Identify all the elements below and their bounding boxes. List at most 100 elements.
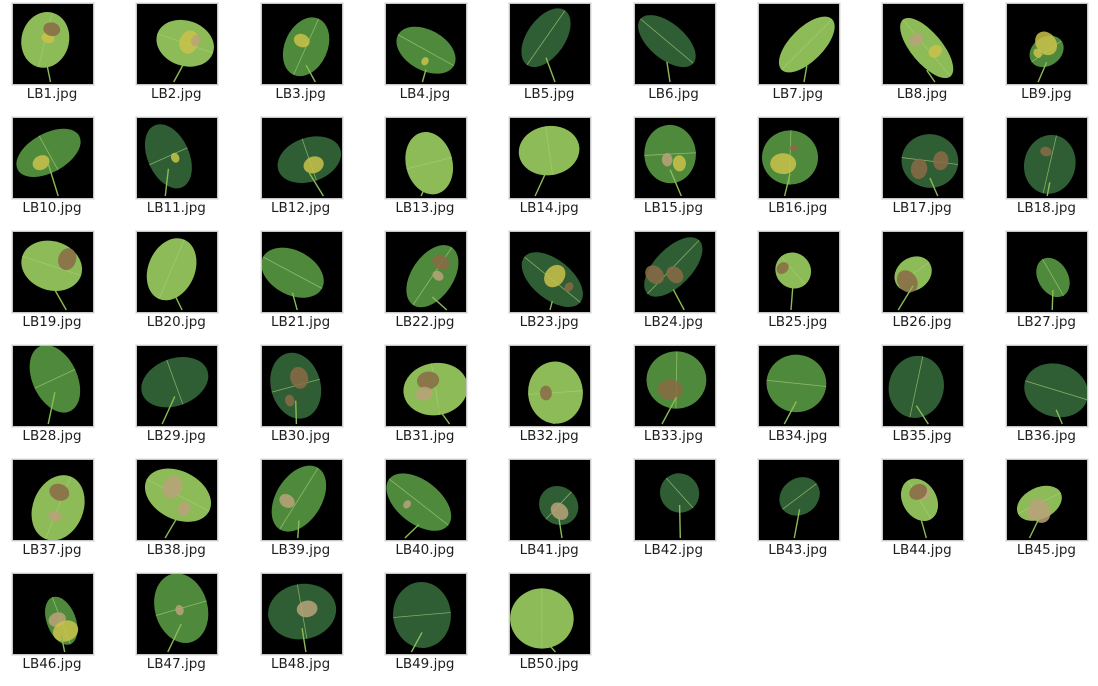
leaf-thumbnail-icon [136,345,219,427]
leaf-thumbnail-icon [384,117,467,199]
file-name-label: LB17.jpg [892,200,952,216]
file-item[interactable]: LB46.jpg [0,570,116,680]
file-item[interactable]: LB48.jpg [249,570,365,680]
file-item[interactable]: LB45.jpg [994,456,1098,566]
file-item[interactable]: LB42.jpg [622,456,738,566]
file-name-label: LB46.jpg [22,656,82,672]
file-item[interactable]: LB32.jpg [497,342,613,452]
file-item[interactable]: LB12.jpg [249,114,365,224]
file-item[interactable]: LB9.jpg [994,0,1098,110]
file-item[interactable]: LB23.jpg [497,228,613,338]
file-item[interactable]: LB26.jpg [870,228,986,338]
file-item[interactable]: LB40.jpg [373,456,489,566]
leaf-thumbnail-icon [136,3,219,85]
leaf-thumbnail-icon [384,459,467,541]
file-item[interactable]: LB30.jpg [249,342,365,452]
file-item[interactable]: LB17.jpg [870,114,986,224]
leaf-thumbnail-icon [260,231,343,313]
file-name-label: LB13.jpg [395,200,455,216]
file-item[interactable]: LB22.jpg [373,228,489,338]
file-item[interactable]: LB35.jpg [870,342,986,452]
file-name-label: LB19.jpg [22,314,82,330]
leaf-thumbnail-icon [12,573,94,655]
file-item[interactable]: LB11.jpg [124,114,240,224]
leaf-thumbnail-icon [12,3,94,85]
leaf-thumbnail-icon [136,231,219,313]
leaf-thumbnail-icon [260,573,343,655]
leaf-thumbnail-icon [509,459,592,541]
file-item[interactable]: LB20.jpg [124,228,240,338]
file-item[interactable]: LB36.jpg [994,342,1098,452]
file-item[interactable]: LB16.jpg [746,114,862,224]
leaf-thumbnail-icon [1006,117,1089,199]
file-name-label: LB4.jpg [399,86,451,102]
leaf-thumbnail-icon [1006,3,1089,85]
leaf-thumbnail-icon [260,3,343,85]
file-item[interactable]: LB15.jpg [622,114,738,224]
leaf-thumbnail-icon [12,231,94,313]
file-name-label: LB48.jpg [271,656,331,672]
file-item[interactable]: LB18.jpg [994,114,1098,224]
file-item[interactable]: LB31.jpg [373,342,489,452]
leaf-thumbnail-icon [882,3,965,85]
file-item[interactable]: LB37.jpg [0,456,116,566]
file-name-label: LB23.jpg [519,314,579,330]
file-name-label: LB28.jpg [22,428,82,444]
file-item[interactable]: LB28.jpg [0,342,116,452]
leaf-thumbnail-icon [1006,459,1089,541]
file-item[interactable]: LB14.jpg [497,114,613,224]
file-item[interactable]: LB44.jpg [870,456,986,566]
file-item[interactable]: LB25.jpg [746,228,862,338]
file-item[interactable]: LB49.jpg [373,570,489,680]
file-name-label: LB20.jpg [146,314,206,330]
file-item[interactable]: LB33.jpg [622,342,738,452]
file-item[interactable]: LB3.jpg [249,0,365,110]
file-item[interactable]: LB6.jpg [622,0,738,110]
file-item[interactable]: LB41.jpg [497,456,613,566]
leaf-thumbnail-icon [633,231,716,313]
file-item[interactable]: LB19.jpg [0,228,116,338]
file-item[interactable]: LB1.jpg [0,0,116,110]
leaf-thumbnail-icon [757,117,840,199]
leaf-thumbnail-icon [633,3,716,85]
leaf-thumbnail-icon [1006,345,1089,427]
file-name-label: LB45.jpg [1016,542,1076,558]
file-item[interactable]: LB13.jpg [373,114,489,224]
file-item[interactable]: LB43.jpg [746,456,862,566]
leaf-thumbnail-icon [633,459,716,541]
file-name-label: LB30.jpg [271,428,331,444]
file-item[interactable]: LB34.jpg [746,342,862,452]
file-item[interactable]: LB29.jpg [124,342,240,452]
file-name-label: LB50.jpg [519,656,579,672]
file-item[interactable]: LB27.jpg [994,228,1098,338]
file-item[interactable]: LB5.jpg [497,0,613,110]
leaf-thumbnail-icon [384,231,467,313]
file-item[interactable]: LB39.jpg [249,456,365,566]
file-name-label: LB6.jpg [648,86,699,102]
file-name-label: LB37.jpg [22,542,82,558]
file-name-label: LB38.jpg [146,542,206,558]
file-name-label: LB34.jpg [768,428,828,444]
leaf-thumbnail-icon [757,345,840,427]
file-item[interactable]: LB4.jpg [373,0,489,110]
leaf-thumbnail-icon [136,573,219,655]
file-item[interactable]: LB10.jpg [0,114,116,224]
leaf-thumbnail-icon [136,459,219,541]
file-name-label: LB41.jpg [519,542,579,558]
file-item[interactable]: LB21.jpg [249,228,365,338]
file-item[interactable]: LB8.jpg [870,0,986,110]
file-item[interactable]: LB38.jpg [124,456,240,566]
leaf-thumbnail-icon [757,231,840,313]
file-item[interactable]: LB24.jpg [622,228,738,338]
file-name-label: LB18.jpg [1016,200,1076,216]
file-item[interactable]: LB7.jpg [746,0,862,110]
file-item[interactable]: LB47.jpg [124,570,240,680]
leaf-thumbnail-icon [12,345,94,427]
file-item[interactable]: LB2.jpg [124,0,240,110]
file-name-label: LB32.jpg [519,428,579,444]
leaf-thumbnail-icon [384,573,467,655]
leaf-thumbnail-icon [12,117,94,199]
file-item[interactable]: LB50.jpg [497,570,613,680]
file-name-label: LB16.jpg [768,200,828,216]
leaf-thumbnail-icon [882,345,965,427]
